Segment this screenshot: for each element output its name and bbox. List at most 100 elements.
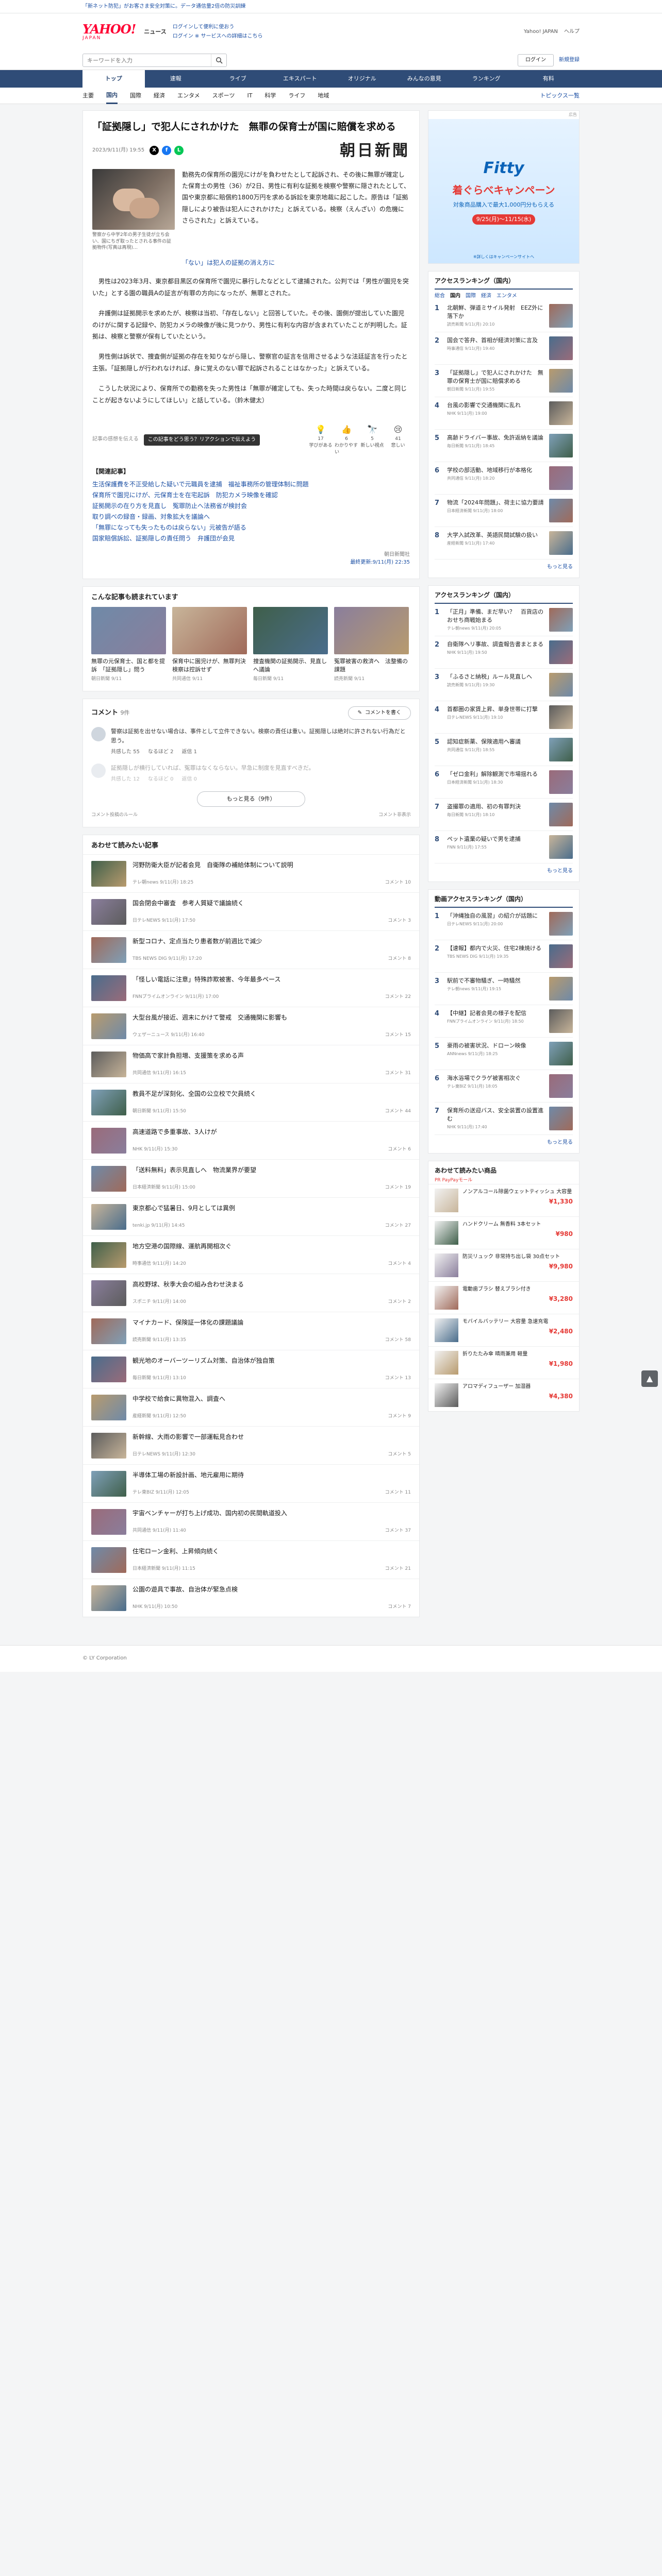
product-thumbnail[interactable] [435, 1286, 458, 1310]
product-title[interactable]: 折りたたみ傘 晴雨兼用 軽量 [462, 1351, 573, 1359]
help-link[interactable]: ヘルプ [564, 28, 580, 36]
feed-item[interactable]: 新幹線、大雨の影響で一部運転見合わせ 日テレNEWS 9/11(月) 12:30 コ… [83, 1426, 419, 1464]
category-tab[interactable]: IT [247, 92, 252, 100]
ranking-item[interactable]: 8 大学入試改革、英語民間試験の扱い 産経新聞 9/11(月) 17:40 [435, 527, 573, 560]
reply-button[interactable]: 返信 0 [181, 776, 197, 784]
feed-comment-count[interactable]: コメント 5 [388, 1451, 411, 1458]
similar-title[interactable]: 無罪の元保育士、国と都を提訴 「証拠隠し」問う [91, 657, 166, 674]
feed-item[interactable]: 新型コロナ、定点当たり患者数が前週比で減少 TBS NEWS DIG 9/11(月… [83, 930, 419, 969]
feed-item[interactable]: 住宅ローン金利、上昇傾向続く 日本経済新聞 9/11(月) 11:15 コメント 2… [83, 1540, 419, 1579]
ranking-title[interactable]: 「沖縄独自の風習」の紹介が話題に [447, 912, 545, 920]
header-promo-line-1[interactable]: ログインして便利に使おう [173, 24, 263, 31]
more-comments-button[interactable]: もっと見る（9件） [197, 791, 305, 807]
category-tab[interactable]: ライフ [288, 92, 305, 100]
ranking-title[interactable]: 「正月」準備、まだ早い？ 百貨店のおせち商戦始まる [447, 608, 545, 624]
feed-thumbnail[interactable] [91, 1204, 126, 1230]
reaction-button[interactable]: 😢 41 悲しい [386, 423, 410, 455]
ranking-thumbnail[interactable] [549, 1009, 573, 1033]
ranking-title[interactable]: 「証拠隠し」で犯人にされかけた 無罪の保育士が国に賠償求める [447, 369, 545, 385]
ranking-title[interactable]: 豪雨の被害状況、ドローン映像 [447, 1042, 545, 1050]
feed-comment-count[interactable]: コメント 4 [388, 1261, 411, 1267]
feed-thumbnail[interactable] [91, 1166, 126, 1192]
related-link[interactable]: 証拠開示の在り方を見直し 冤罪防止へ法務省が検討会 [92, 501, 410, 512]
gnav-item[interactable]: 有料 [518, 70, 580, 88]
ranking-title[interactable]: 台風の影響で交通機関に乱れ [447, 401, 545, 410]
gnav-item[interactable]: ライブ [207, 70, 269, 88]
feed-title[interactable]: 高校野球、秋季大会の組み合わせ決まる [133, 1280, 411, 1289]
category-tab[interactable]: エンタメ [177, 92, 200, 100]
ad-creative[interactable]: Fitty 着ぐらべキャンペーン 対象商品購入で最大1,000円分もらえる 9/… [428, 118, 579, 263]
reaction-button[interactable]: 👍 6 わかりやすい [335, 423, 358, 455]
shop-item[interactable]: ノンアルコール除菌ウェットティッシュ 大容量 ¥1,330 [428, 1184, 579, 1216]
feed-thumbnail[interactable] [91, 1052, 126, 1078]
ranking-thumbnail[interactable] [549, 705, 573, 730]
facebook-share-icon[interactable]: f [162, 146, 172, 156]
feed-comment-count[interactable]: コメント 19 [385, 1184, 411, 1191]
gnav-item[interactable]: オリジナル [331, 70, 393, 88]
ranking-item[interactable]: 7 物流「2024年問題」、荷主に協力要請 日本経済新聞 9/11(月) 18:00 [435, 495, 573, 528]
ranking-item[interactable]: 6 海水浴場でクラゲ被害相次ぐ テレ東BIZ 9/11(月) 18:05 [435, 1070, 573, 1103]
ranking-item[interactable]: 1 北朝鮮、弾道ミサイル発射 EEZ外に落下か 読売新聞 9/11(月) 20:10 [435, 300, 573, 333]
feed-title[interactable]: 河野防衛大臣が記者会見 自衛隊の補給体制について説明 [133, 861, 411, 870]
ranking-thumbnail[interactable] [549, 944, 573, 969]
ranking-title[interactable]: 【中継】記者会見の様子を配信 [447, 1009, 545, 1018]
feed-title[interactable]: 半導体工場の新設計画、地元雇用に期待 [133, 1471, 411, 1480]
similar-title[interactable]: 捜査機関の証拠開示、見直しへ議論 [253, 657, 328, 674]
feed-comment-count[interactable]: コメント 9 [388, 1413, 411, 1420]
ranking-title[interactable]: 大学入試改革、英語民間試験の扱い [447, 531, 545, 539]
insight-button[interactable]: なるほど 2 [148, 749, 174, 756]
ranking-title[interactable]: 【速報】都内で火災、住宅2棟焼ける [447, 944, 545, 953]
feed-title[interactable]: 物価高で家計負担増、支援策を求める声 [133, 1052, 411, 1060]
category-tab[interactable]: 経済 [154, 92, 165, 100]
ranking-title[interactable]: ペット遺棄の疑いで男を逮捕 [447, 835, 545, 843]
ranking-tab[interactable]: 総合 [435, 293, 445, 300]
feed-comment-count[interactable]: コメント 11 [385, 1489, 411, 1496]
login-button[interactable]: ログイン [518, 54, 554, 66]
search-input[interactable] [83, 54, 211, 66]
ranking-thumbnail[interactable] [549, 466, 573, 490]
feed-comment-count[interactable]: コメント 22 [385, 994, 411, 1001]
feed-thumbnail[interactable] [91, 899, 126, 925]
gnav-item[interactable]: みんなの意見 [393, 70, 456, 88]
shop-item[interactable]: ハンドクリーム 無香料 3本セット ¥980 [428, 1216, 579, 1249]
similar-article[interactable]: 保育中に園児けが、無罪判決 検察は控訴せず 共同通信 9/11 [172, 606, 252, 683]
search-button[interactable] [211, 54, 226, 66]
feed-item[interactable]: 物価高で家計負担増、支援策を求める声 共同通信 9/11(月) 16:15 コメント… [83, 1045, 419, 1083]
feed-title[interactable]: 教員不足が深刻化、全国の公立校で欠員続く [133, 1090, 411, 1098]
ranking-tab[interactable]: 国内 [450, 293, 460, 300]
feed-comment-count[interactable]: コメント 31 [385, 1070, 411, 1077]
feed-thumbnail[interactable] [91, 1585, 126, 1612]
ranking-item[interactable]: 1 「沖縄独自の風習」の紹介が話題に 日テレNEWS 9/11(月) 20:00 [435, 908, 573, 941]
feed-title[interactable]: 大型台風が接近、週末にかけて警戒 交通機関に影響も [133, 1013, 411, 1022]
feed-thumbnail[interactable] [91, 937, 126, 963]
feed-thumbnail[interactable] [91, 1509, 126, 1535]
empathy-button[interactable]: 共感した 12 [111, 776, 140, 784]
feed-item[interactable]: マイナカード、保険証一体化の課題議論 読売新聞 9/11(月) 13:35 コメント… [83, 1312, 419, 1350]
feed-comment-count[interactable]: コメント 13 [385, 1375, 411, 1382]
header-promo-line-2[interactable]: ログイン ※ サービスへの詳細はこちら [173, 33, 263, 41]
ranking-thumbnail[interactable] [549, 434, 573, 458]
ranking-tab[interactable]: 経済 [481, 293, 491, 300]
ranking-more-link[interactable]: もっと見る [435, 868, 573, 875]
ranking-title[interactable]: 保育所の送迎バス、安全装置の設置進む [447, 1107, 545, 1123]
ranking-title[interactable]: 国会で答弁、首相が経済対策に言及 [447, 336, 545, 345]
feed-item[interactable]: 高速道路で多重事故、3人けが NHK 9/11(月) 15:30 コメント 6 [83, 1121, 419, 1159]
feed-thumbnail[interactable] [91, 1128, 126, 1154]
promo-text[interactable]: 「新ネット防犯」がお客さま安全対策に。データ通信量2倍の防災訓練 [82, 3, 245, 11]
ranking-thumbnail[interactable] [549, 369, 573, 393]
ranking-thumbnail[interactable] [549, 1042, 573, 1066]
product-thumbnail[interactable] [435, 1318, 458, 1343]
empathy-button[interactable]: 共感した 55 [111, 749, 140, 756]
similar-title[interactable]: 保育中に園児けが、無罪判決 検察は控訴せず [172, 657, 252, 674]
ranking-title[interactable]: 認知症新薬、保険適用へ審議 [447, 738, 545, 746]
feed-title[interactable]: 東京都心で猛暑日、9月としては異例 [133, 1204, 411, 1213]
feed-comment-count[interactable]: コメント 58 [385, 1337, 411, 1344]
ranking-title[interactable]: 首都圏の家賃上昇、単身世帯に打撃 [447, 705, 545, 714]
product-title[interactable]: ハンドクリーム 無香料 3本セット [462, 1221, 573, 1229]
feed-thumbnail[interactable] [91, 1471, 126, 1497]
ranking-item[interactable]: 7 保育所の送迎バス、安全装置の設置進む NHK 9/11(月) 17:40 [435, 1103, 573, 1136]
feed-comment-count[interactable]: コメント 21 [385, 1566, 411, 1572]
signup-link[interactable]: 新規登録 [559, 57, 580, 64]
feed-item[interactable]: 半導体工場の新設計画、地元雇用に期待 テレ東BIZ 9/11(月) 12:05 コメ… [83, 1464, 419, 1502]
reaction-button[interactable]: 💡 17 学びがある [309, 423, 333, 455]
